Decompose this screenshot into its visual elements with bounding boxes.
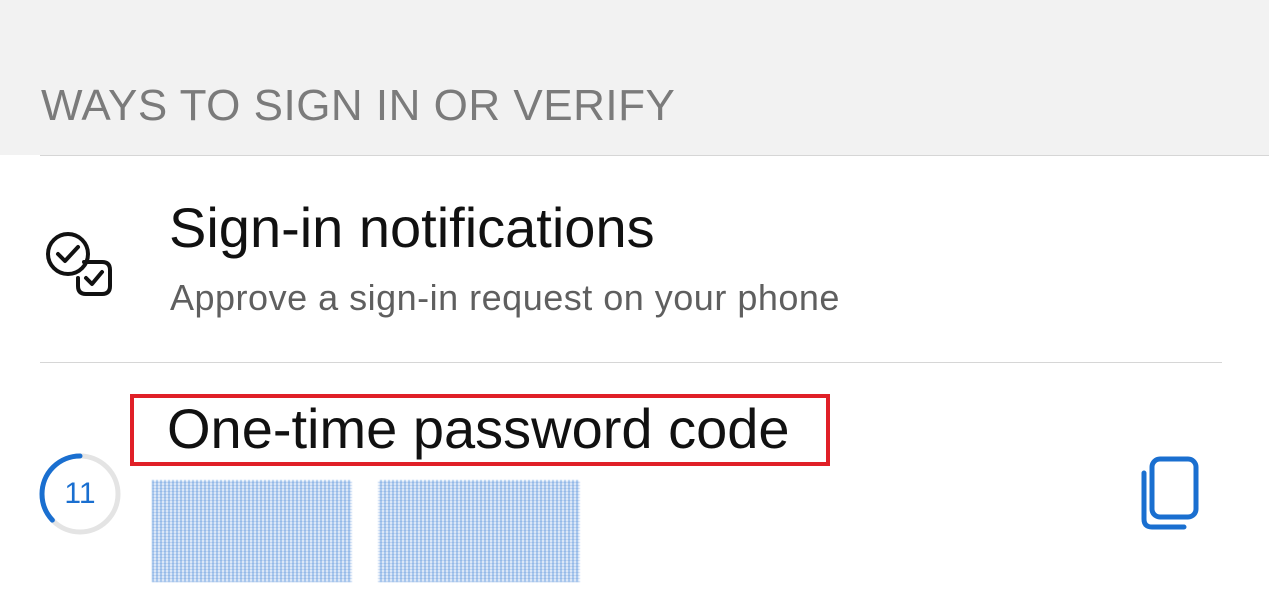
sign-in-notifications-subtitle: Approve a sign-in request on your phone <box>170 277 840 318</box>
sign-in-notifications-row[interactable]: Sign-in notifications Approve a sign-in … <box>0 156 1269 362</box>
section-header-band <box>0 0 1269 155</box>
check-badges-icon <box>46 232 112 296</box>
countdown-timer-value: 11 <box>64 477 96 510</box>
obscured-otp-code <box>152 480 580 582</box>
one-time-password-row: 11 One-time password code <box>0 363 1269 604</box>
sign-in-notifications-title: Sign-in notifications <box>169 196 655 259</box>
copy-icon[interactable] <box>1136 455 1202 531</box>
one-time-password-title: One-time password code <box>167 397 790 460</box>
section-header: WAYS TO SIGN IN OR VERIFY <box>41 81 676 130</box>
